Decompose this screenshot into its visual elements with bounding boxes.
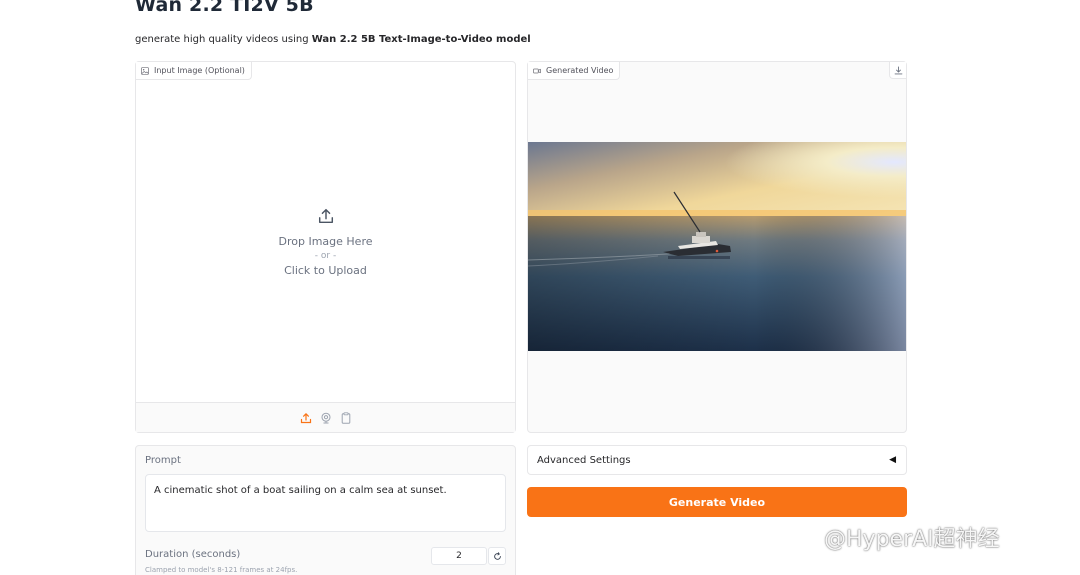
generated-video-label-text: Generated Video: [546, 66, 614, 75]
input-source-toolbar: [136, 402, 515, 432]
generated-video-panel: Generated Video: [527, 61, 907, 433]
input-image-label-text: Input Image (Optional): [154, 66, 245, 75]
app-page: Wan 2.2 TI2V 5B generate high quality vi…: [0, 0, 1080, 575]
prompt-label: Prompt: [145, 455, 181, 466]
download-icon: [894, 65, 902, 74]
drop-image-text: Drop Image Here: [278, 234, 373, 248]
subtitle-text: generate high quality videos using: [135, 34, 312, 45]
webcam-source-button[interactable]: [320, 412, 332, 424]
reset-icon: [493, 551, 501, 560]
watermark: @HyperAI超神经: [795, 521, 1000, 553]
advanced-settings-accordion[interactable]: Advanced Settings ◀: [527, 445, 907, 475]
page-title: Wan 2.2 TI2V 5B: [135, 0, 314, 16]
input-image-panel: Input Image (Optional) Drop Image Here -…: [135, 61, 516, 433]
upload-icon: [300, 412, 311, 423]
webcam-icon: [321, 412, 330, 423]
image-icon: [141, 66, 149, 75]
click-to-upload-text: Click to Upload: [284, 263, 367, 277]
page-subtitle: generate high quality videos using Wan 2…: [135, 34, 531, 45]
duration-reset-button[interactable]: [488, 547, 506, 565]
duration-input[interactable]: 2: [431, 547, 487, 565]
generate-video-button[interactable]: Generate Video: [527, 487, 907, 517]
video-player[interactable]: [528, 142, 906, 351]
subtitle-model-name: Wan 2.2 5B Text-Image-to-Video model: [311, 34, 531, 45]
input-image-label: Input Image (Optional): [136, 62, 252, 80]
or-separator: - or -: [314, 250, 337, 261]
image-drop-zone[interactable]: Drop Image Here - or - Click to Upload: [136, 80, 515, 403]
upload-source-button[interactable]: [300, 412, 312, 424]
generated-video-label: Generated Video: [528, 62, 621, 80]
video-icon: [533, 68, 541, 73]
duration-hint: Clamped to model's 8-121 frames at 24fps…: [145, 566, 298, 574]
clipboard-icon: [341, 411, 350, 424]
video-frame-boat-at-sunset: [528, 142, 906, 351]
watermark-text: @HyperAI超神经: [824, 527, 1000, 552]
clipboard-source-button[interactable]: [340, 411, 352, 424]
advanced-settings-label: Advanced Settings: [537, 454, 631, 466]
prompt-block: Prompt A cinematic shot of a boat sailin…: [135, 445, 516, 575]
caret-left-icon: ◀: [889, 455, 896, 465]
download-button[interactable]: [889, 62, 906, 79]
duration-label: Duration (seconds): [145, 549, 241, 560]
upload-icon: [318, 208, 333, 223]
prompt-textarea[interactable]: A cinematic shot of a boat sailing on a …: [145, 474, 506, 532]
paw-logo-icon: [795, 525, 820, 549]
